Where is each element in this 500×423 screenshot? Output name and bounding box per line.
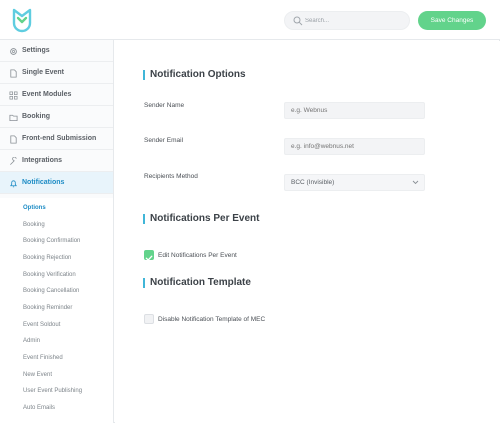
submenu-item-new-event[interactable]: New Event [23,372,52,378]
notifications-submenu: Options Booking Booking Confirmation Boo… [0,198,113,423]
recipients-method-label: Recipients Method [144,173,198,180]
submenu-item-admin[interactable]: Admin [23,338,40,344]
submenu-item-event-soldout[interactable]: Event Soldout [23,322,60,328]
folder-icon [9,114,18,122]
sidebar-item-label: Booking [22,113,50,120]
section-title-notification-options: Notification Options [143,69,246,80]
edit-per-event-label: Edit Notifications Per Event [158,252,237,259]
sender-name-label: Sender Name [144,102,185,109]
sender-email-label: Sender Email [144,137,184,144]
sidebar-item-settings[interactable]: Settings [0,40,113,62]
sidebar-item-event-modules[interactable]: Event Modules [0,84,113,106]
search-icon [293,16,303,26]
submenu-item-booking-confirmation[interactable]: Booking Confirmation [23,238,80,244]
sidebar-item-label: Front-end Submission [22,135,97,142]
sidebar-item-label: Settings [22,47,50,54]
submenu-item-event-finished[interactable]: Event Finished [23,355,63,361]
sidebar: Settings Single Event Event Modules Book… [0,40,114,423]
sidebar-item-label: Notifications [22,179,65,186]
mec-logo-icon [12,8,32,33]
recipients-method-select[interactable]: BCC (Invisible) [284,174,425,191]
submenu-item-auto-emails[interactable]: Auto Emails [23,405,55,411]
sidebar-item-integrations[interactable]: Integrations [0,150,113,172]
sidebar-item-booking[interactable]: Booking [0,106,113,128]
edit-per-event-checkbox[interactable] [144,250,154,261]
sidebar-item-notifications[interactable]: Notifications [0,172,113,194]
search-box[interactable] [284,11,410,30]
top-header: Save Changes [0,0,500,40]
sidebar-item-label: Integrations [22,157,63,164]
sender-email-input[interactable] [284,138,425,155]
disable-template-label: Disable Notification Template of MEC [158,316,266,323]
document-icon [10,69,17,78]
submenu-item-booking-reminder[interactable]: Booking Reminder [23,305,72,311]
document-icon [10,135,17,144]
sidebar-item-frontend-submission[interactable]: Front-end Submission [0,128,113,150]
save-changes-button[interactable]: Save Changes [418,11,486,30]
submenu-item-booking[interactable]: Booking [23,222,45,228]
submenu-item-booking-rejection[interactable]: Booking Rejection [23,255,71,261]
bell-icon [10,180,17,188]
recipients-method-value: BCC (Invisible) [291,179,335,186]
grid-icon [9,91,18,100]
sender-name-input[interactable] [284,102,425,119]
sidebar-item-label: Event Modules [22,91,72,98]
main-content: Notification Options Sender Name Sender … [115,41,500,423]
gear-icon [10,48,17,55]
submenu-item-booking-cancellation[interactable]: Booking Cancellation [23,288,79,294]
submenu-item-options[interactable]: Options [23,205,46,211]
sidebar-item-single-event[interactable]: Single Event [0,62,113,84]
section-title-notification-template: Notification Template [143,277,251,288]
wrench-icon [10,157,17,165]
sidebar-item-label: Single Event [22,69,65,76]
section-title-notifications-per-event: Notifications Per Event [143,213,259,224]
checkmark-icon [145,255,153,261]
submenu-item-booking-verification[interactable]: Booking Verification [23,272,76,278]
search-input[interactable] [305,14,405,28]
chevron-down-icon [412,180,419,185]
submenu-item-user-event-publishing[interactable]: User Event Publishing [23,388,82,394]
disable-template-checkbox[interactable] [144,314,154,324]
